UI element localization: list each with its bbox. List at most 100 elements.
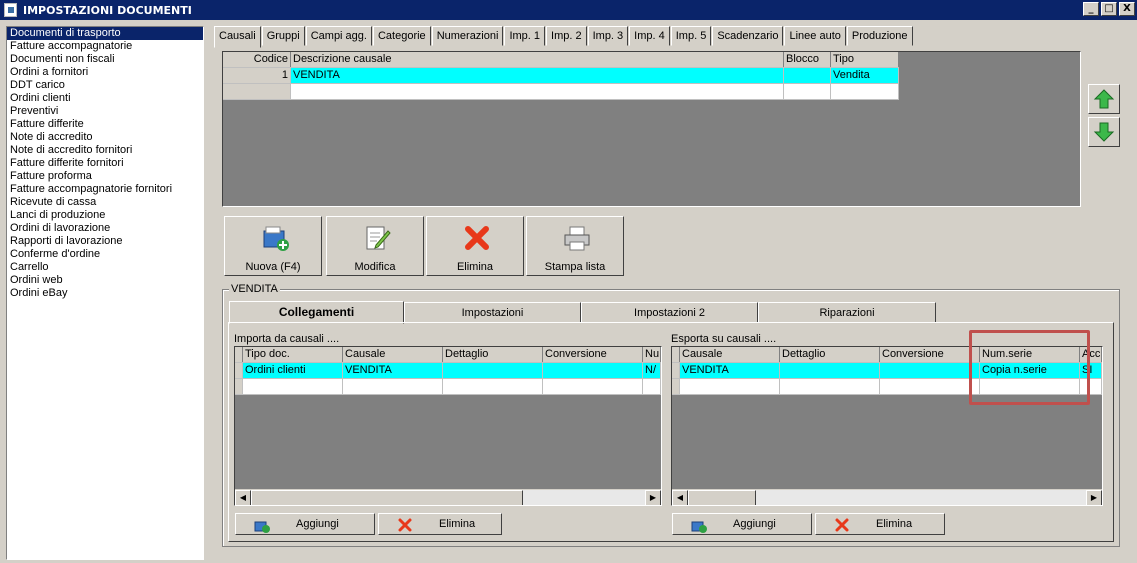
col-nu[interactable]: Nu [643, 347, 661, 362]
cell-causale[interactable]: VENDITA [343, 363, 443, 378]
cell-conversione[interactable] [543, 363, 643, 378]
col-tipo-doc[interactable]: Tipo doc. [243, 347, 343, 362]
cell-dettaglio[interactable] [780, 379, 880, 394]
cell-tipo-doc[interactable] [243, 379, 343, 394]
tab-imp-4[interactable]: Imp. 4 [629, 26, 670, 46]
scroll-thumb[interactable] [251, 490, 523, 505]
list-item[interactable]: Ordini di lavorazione [7, 222, 203, 235]
cell-descrizione[interactable]: VENDITA [291, 68, 784, 83]
scroll-right-icon[interactable]: ▶ [1086, 490, 1102, 505]
cell-blocco[interactable] [784, 84, 831, 99]
list-item[interactable]: Note di accredito [7, 131, 203, 144]
cell-descrizione[interactable] [291, 84, 784, 99]
tab-causali[interactable]: Causali [214, 26, 261, 48]
cell-nu[interactable] [643, 379, 661, 394]
tab-impostazioni[interactable]: Impostazioni [404, 302, 581, 323]
cell-dettaglio[interactable] [443, 379, 543, 394]
col-descrizione[interactable]: Descrizione causale [291, 52, 784, 67]
list-item[interactable]: Rapporti di lavorazione [7, 235, 203, 248]
list-item[interactable]: Fatture proforma [7, 170, 203, 183]
list-item[interactable]: Lanci di produzione [7, 209, 203, 222]
list-item[interactable]: Fatture differite [7, 118, 203, 131]
list-item[interactable]: Conferme d'ordine [7, 248, 203, 261]
cell-nu[interactable]: N/ [643, 363, 661, 378]
table-row[interactable]: Ordini clienti VENDITA N/ [235, 363, 661, 379]
list-item[interactable]: Documenti non fiscali [7, 53, 203, 66]
maximize-button[interactable]: □ [1101, 2, 1117, 16]
col-dettaglio[interactable]: Dettaglio [443, 347, 543, 362]
esporta-aggiungi-button[interactable]: Aggiungi [672, 513, 812, 535]
scroll-left-icon[interactable]: ◀ [235, 490, 251, 505]
esporta-elimina-button[interactable]: Elimina [815, 513, 945, 535]
move-up-button[interactable] [1088, 84, 1120, 114]
tab-imp-1[interactable]: Imp. 1 [504, 26, 546, 46]
list-item[interactable]: Fatture accompagnatorie [7, 40, 203, 53]
tab-gruppi[interactable]: Gruppi [261, 26, 305, 46]
list-item[interactable]: Ordini eBay [7, 287, 203, 300]
scroll-thumb[interactable] [688, 490, 756, 505]
col-codice[interactable]: Codice [223, 52, 291, 67]
list-item[interactable]: Fatture differite fornitori [7, 157, 203, 170]
importa-grid[interactable]: Tipo doc. Causale Dettaglio Conversione … [234, 346, 662, 506]
list-item[interactable]: Fatture accompagnatorie fornitori [7, 183, 203, 196]
tab-riparazioni[interactable]: Riparazioni [758, 302, 936, 323]
causali-grid[interactable]: Codice Descrizione causale Blocco Tipo 1… [222, 51, 1081, 207]
importa-elimina-button[interactable]: Elimina [378, 513, 502, 535]
col-dettaglio[interactable]: Dettaglio [780, 347, 880, 362]
nuova-button[interactable]: Nuova (F4) [224, 216, 322, 276]
importa-aggiungi-button[interactable]: Aggiungi [235, 513, 375, 535]
horizontal-scrollbar[interactable]: ◀ ▶ [235, 489, 661, 505]
cell-causale[interactable] [680, 379, 780, 394]
tab-collegamenti[interactable]: Collegamenti [229, 301, 404, 324]
modifica-button[interactable]: Modifica [326, 216, 424, 276]
col-causale[interactable]: Causale [680, 347, 780, 362]
col-conversione[interactable]: Conversione [543, 347, 643, 362]
stampa-button[interactable]: Stampa lista [526, 216, 624, 276]
list-item[interactable]: Note di accredito fornitori [7, 144, 203, 157]
cell-dettaglio[interactable] [780, 363, 880, 378]
cell-causale[interactable] [343, 379, 443, 394]
list-item[interactable]: Ordini web [7, 274, 203, 287]
col-blocco[interactable]: Blocco [784, 52, 831, 67]
col-causale[interactable]: Causale [343, 347, 443, 362]
elimina-button[interactable]: Elimina [426, 216, 524, 276]
cell-tipo[interactable] [831, 84, 899, 99]
tab-scadenzario[interactable]: Scadenzario [712, 26, 784, 46]
list-item[interactable]: Preventivi [7, 105, 203, 118]
tab-imp-3[interactable]: Imp. 3 [587, 26, 629, 46]
tab-linee-auto[interactable]: Linee auto [784, 26, 846, 46]
minimize-button[interactable]: _ [1083, 2, 1099, 16]
horizontal-scrollbar[interactable]: ◀ ▶ [672, 489, 1102, 505]
cell-codice[interactable]: 1 [223, 68, 291, 83]
cell-conversione[interactable] [880, 363, 980, 378]
cell-dettaglio[interactable] [443, 363, 543, 378]
tab-imp-5[interactable]: Imp. 5 [670, 26, 712, 46]
scroll-right-icon[interactable]: ▶ [645, 490, 661, 505]
cell-conversione[interactable] [880, 379, 980, 394]
close-button[interactable]: X [1119, 2, 1135, 16]
cell-conversione[interactable] [543, 379, 643, 394]
cell-tipo-doc[interactable]: Ordini clienti [243, 363, 343, 378]
tab-imp-2[interactable]: Imp. 2 [546, 26, 587, 46]
list-item[interactable]: Ordini clienti [7, 92, 203, 105]
tab-produzione[interactable]: Produzione [846, 26, 913, 46]
table-row[interactable] [223, 84, 899, 100]
cell-blocco[interactable] [784, 68, 831, 83]
cell-causale[interactable]: VENDITA [680, 363, 780, 378]
list-item[interactable]: Documenti di trasporto [7, 27, 203, 40]
cell-tipo[interactable]: Vendita [831, 68, 899, 83]
tab-impostazioni-2[interactable]: Impostazioni 2 [581, 302, 758, 323]
list-item[interactable]: Ordini a fornitori [7, 66, 203, 79]
document-type-list[interactable]: Documenti di trasporto Fatture accompagn… [6, 26, 204, 560]
list-item[interactable]: Ricevute di cassa [7, 196, 203, 209]
list-item[interactable]: Carrello [7, 261, 203, 274]
scroll-left-icon[interactable]: ◀ [672, 490, 688, 505]
move-down-button[interactable] [1088, 117, 1120, 147]
col-conversione[interactable]: Conversione [880, 347, 980, 362]
tab-numerazioni[interactable]: Numerazioni [431, 26, 504, 46]
cell-codice[interactable] [223, 84, 291, 99]
list-item[interactable]: DDT carico [7, 79, 203, 92]
col-tipo[interactable]: Tipo [831, 52, 899, 67]
tab-campi-agg[interactable]: Campi agg. [305, 26, 372, 46]
table-row[interactable]: 1 VENDITA Vendita [223, 68, 899, 84]
